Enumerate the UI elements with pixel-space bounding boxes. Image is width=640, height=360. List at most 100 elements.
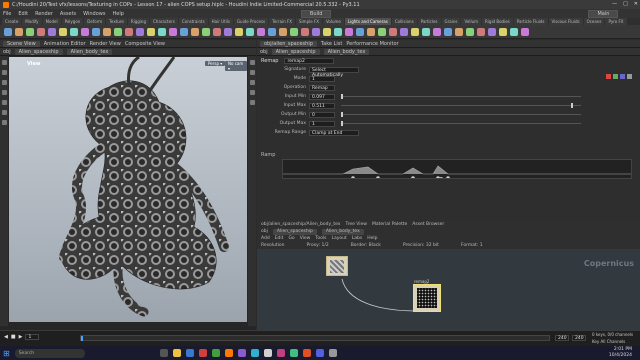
param-field[interactable]: 0 — [309, 111, 335, 118]
path-alien-body-tex[interactable]: Alien_body_tex — [323, 48, 370, 55]
shelf-tab-6[interactable]: Rigging — [127, 18, 149, 25]
slider-knob[interactable] — [341, 94, 343, 99]
desktop-build-select[interactable]: Build — [300, 9, 332, 18]
playhead[interactable] — [81, 336, 83, 341]
taskbar-app-icon[interactable] — [198, 349, 207, 357]
display-icon-1[interactable] — [249, 60, 255, 65]
flag-gray-icon[interactable] — [627, 74, 632, 79]
taskbar-app-icon[interactable] — [250, 349, 259, 357]
display-icon-5[interactable] — [249, 100, 255, 105]
shelf-tool-icon[interactable] — [488, 27, 496, 36]
rotate-tool-icon[interactable] — [1, 80, 7, 85]
path-obj[interactable]: obj — [3, 49, 11, 55]
shelf-tool-icon[interactable] — [202, 27, 210, 36]
taskbar-clock[interactable]: 2:01 PM 10/4/2024 — [609, 347, 632, 358]
display-icon-3[interactable] — [249, 80, 255, 85]
end-frame-field-2[interactable]: 240 — [572, 335, 586, 341]
shelf-tab-13[interactable]: Volume — [323, 18, 344, 25]
shelf-tab-0[interactable]: Create — [2, 18, 22, 25]
shelf-tool-icon[interactable] — [70, 27, 78, 36]
param-field[interactable]: 1 — [309, 120, 335, 127]
move-tool-icon[interactable] — [1, 70, 7, 75]
shelf-tool-icon[interactable] — [81, 27, 89, 36]
shelf-tool-icon[interactable] — [59, 27, 67, 36]
tab-scene-view[interactable]: Scene View — [3, 40, 40, 47]
menu-render[interactable]: Render — [35, 11, 53, 17]
pose-tool-icon[interactable] — [1, 110, 7, 115]
remap-node[interactable] — [413, 284, 441, 312]
current-frame-field[interactable]: 1 — [25, 334, 40, 340]
view-tool-icon[interactable] — [1, 120, 7, 125]
shelf-tab-21[interactable]: Viscous Fluids — [548, 18, 583, 25]
shelf-tool-icon[interactable] — [499, 27, 507, 36]
slider-knob[interactable] — [341, 121, 343, 126]
param-field[interactable]: 0.097 — [309, 93, 335, 100]
param-field[interactable]: 0.511 — [309, 102, 335, 109]
tab-composite-view[interactable]: Composite View — [125, 41, 165, 47]
key-all-channels[interactable]: Key All Channels — [592, 339, 625, 344]
timeline-scrubber[interactable] — [80, 335, 550, 341]
shelf-tool-icon[interactable] — [213, 27, 221, 36]
tab-take-list[interactable]: Take List — [321, 41, 342, 47]
taskbar-app-icon[interactable] — [302, 349, 311, 357]
shelf-tab-7[interactable]: Characters — [149, 18, 178, 25]
path-alien-spaceship[interactable]: Alien_spaceship — [271, 48, 320, 55]
slider-knob[interactable] — [341, 112, 343, 117]
param-slider[interactable] — [341, 112, 581, 117]
shelf-tab-18[interactable]: Vellum — [461, 18, 482, 25]
shelf-tool-icon[interactable] — [389, 27, 397, 36]
main-select[interactable]: Main — [588, 9, 619, 18]
taskbar-app-icon[interactable] — [211, 349, 220, 357]
display-icon-2[interactable] — [249, 70, 255, 75]
shelf-tool-icon[interactable] — [235, 27, 243, 36]
menu-help[interactable]: Help — [112, 11, 123, 17]
shelf-tab-1[interactable]: Modify — [22, 18, 42, 25]
taskbar-app-icon[interactable] — [263, 349, 272, 357]
slider-knob[interactable] — [571, 103, 573, 108]
shelf-tool-icon[interactable] — [26, 27, 34, 36]
menu-windows[interactable]: Windows — [83, 11, 105, 17]
menu-assets[interactable]: Assets — [60, 11, 76, 17]
tab-performance-monitor[interactable]: Performance Monitor — [346, 41, 398, 47]
shelf-tool-icon[interactable] — [48, 27, 56, 36]
taskbar-app-icon[interactable] — [328, 349, 337, 357]
shelf-tool-icon[interactable] — [191, 27, 199, 36]
taskbar-app-icon[interactable] — [289, 349, 298, 357]
flag-blue-icon[interactable] — [620, 74, 625, 79]
param-slider[interactable] — [341, 121, 581, 126]
shelf-tab-5[interactable]: Texture — [106, 18, 127, 25]
shelf-tab-22[interactable]: Oceans — [583, 18, 605, 25]
scale-tool-icon[interactable] — [1, 90, 7, 95]
shelf-tab-12[interactable]: Simple FX — [296, 18, 322, 25]
taskbar-app-icon[interactable] — [159, 349, 168, 357]
shelf-tool-icon[interactable] — [180, 27, 188, 36]
shelf-tool-icon[interactable] — [15, 27, 23, 36]
shelf-tool-icon[interactable] — [477, 27, 485, 36]
param-field[interactable]: Remap — [309, 84, 335, 91]
taskbar-app-icon[interactable] — [276, 349, 285, 357]
shelf-tool-icon[interactable] — [510, 27, 518, 36]
shelf-tool-icon[interactable] — [367, 27, 375, 36]
shelf-tool-icon[interactable] — [279, 27, 287, 36]
stop-button[interactable]: ■ — [11, 334, 16, 340]
shelf-tab-14[interactable]: Lights and Cameras — [344, 18, 391, 25]
shelf-tab-17[interactable]: Grains — [441, 18, 461, 25]
taskbar-app-icon[interactable] — [315, 349, 324, 357]
shelf-tab-15[interactable]: Collisions — [391, 18, 417, 25]
shelf-tool-icon[interactable] — [125, 27, 133, 36]
shelf-tab-19[interactable]: Rigid Bodies — [482, 18, 513, 25]
shelf-tool-icon[interactable] — [103, 27, 111, 36]
maximize-button[interactable]: □ — [623, 1, 628, 7]
shelf-tool-icon[interactable] — [422, 27, 430, 36]
shelf-tab-23[interactable]: Pyro FX — [605, 18, 627, 25]
shelf-tool-icon[interactable] — [323, 27, 331, 36]
shelf-tool-icon[interactable] — [169, 27, 177, 36]
menu-edit[interactable]: Edit — [18, 11, 28, 17]
shelf-tool-icon[interactable] — [246, 27, 254, 36]
shelf-tool-icon[interactable] — [290, 27, 298, 36]
shelf-tab-3[interactable]: Polygon — [61, 18, 84, 25]
minimize-button[interactable]: — — [612, 1, 617, 7]
shelf-tab-10[interactable]: Guide Process — [233, 18, 269, 25]
shelf-tool-icon[interactable] — [444, 27, 452, 36]
shelf-tool-icon[interactable] — [521, 27, 529, 36]
